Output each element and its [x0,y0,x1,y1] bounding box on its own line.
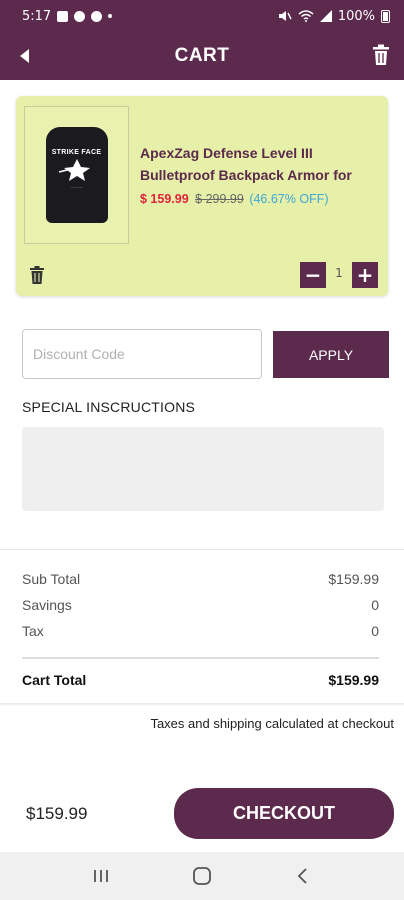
cart-total-row: Cart Total $159.99 [22,672,379,688]
savings-value: 0 [371,597,379,613]
cart-total-label: Cart Total [22,672,87,688]
summary-divider [22,657,379,659]
original-price: $ 299.99 [195,192,244,206]
mute-icon [278,11,292,21]
more-notifications-dot-icon [108,14,113,18]
tax-row: Tax 0 [22,623,379,639]
subtotal-label: Sub Total [22,571,81,587]
status-bar: 5:17 100% [0,0,404,32]
location-notification-icon [74,10,86,22]
clear-cart-trash-icon[interactable] [372,44,390,66]
remove-item-trash-icon[interactable] [30,266,44,284]
plus-icon: + [356,263,374,287]
footer-total: $159.99 [26,804,88,823]
armor-plate-graphic: STRIKE FACE ———— [45,127,108,223]
savings-row: Savings 0 [22,597,379,613]
subtotal-row: Sub Total $159.99 [22,571,379,587]
tax-shipping-note: Taxes and shipping calculated at checkou… [150,716,394,731]
back-arrow-icon[interactable] [18,46,38,66]
system-nav-bar [0,852,404,900]
wifi-icon [298,10,314,22]
page-title: CART [174,45,230,66]
product-name[interactable]: ApexZag Defense Level III Bulletproof Ba… [140,142,380,186]
nav-back-icon[interactable] [283,861,323,891]
special-instructions-field[interactable] [22,427,384,511]
special-instructions-label: SPECIAL INSCRUCTIONS [22,399,196,415]
apply-discount-button[interactable]: APPLY [273,331,389,378]
product-image-url-decor: ———— [70,185,83,189]
battery-icon [381,9,390,23]
quantity-increase-button[interactable]: + [352,262,378,288]
savings-label: Savings [22,597,72,613]
minus-icon: − [304,263,322,287]
tax-label: Tax [22,623,44,639]
cart-total-value: $159.99 [328,672,379,688]
summary-top-divider [0,549,404,550]
product-image[interactable]: STRIKE FACE ———— [24,106,129,244]
product-image-text: STRIKE FACE [51,149,102,156]
discount-code-input[interactable] [22,329,262,379]
settings-notification-icon [91,10,103,22]
app-bar: CART [0,32,404,80]
home-icon[interactable] [182,861,222,891]
price-row: $ 159.99 $ 299.99 (46.67% OFF) [140,192,329,206]
sale-price: $ 159.99 [140,192,189,206]
quantity-value: 1 [335,266,343,280]
quantity-decrease-button[interactable]: − [300,262,326,288]
status-bar-right: 100% [278,9,390,24]
status-bar-left: 5:17 [22,8,113,24]
subtotal-value: $159.99 [328,571,379,587]
checkout-button[interactable]: CHECKOUT [174,788,394,839]
gallery-notification-icon [57,10,69,22]
summary-shadow [0,703,404,706]
recents-icon[interactable] [81,861,121,891]
cart-item-card: STRIKE FACE ———— ApexZag Defense Level I… [16,96,388,296]
discount-percent: (46.67% OFF) [249,192,329,206]
signal-icon [319,10,332,22]
status-time: 5:17 [22,8,52,24]
star-logo-icon [58,159,90,181]
battery-percent: 100% [337,8,375,24]
tax-value: 0 [371,623,379,639]
